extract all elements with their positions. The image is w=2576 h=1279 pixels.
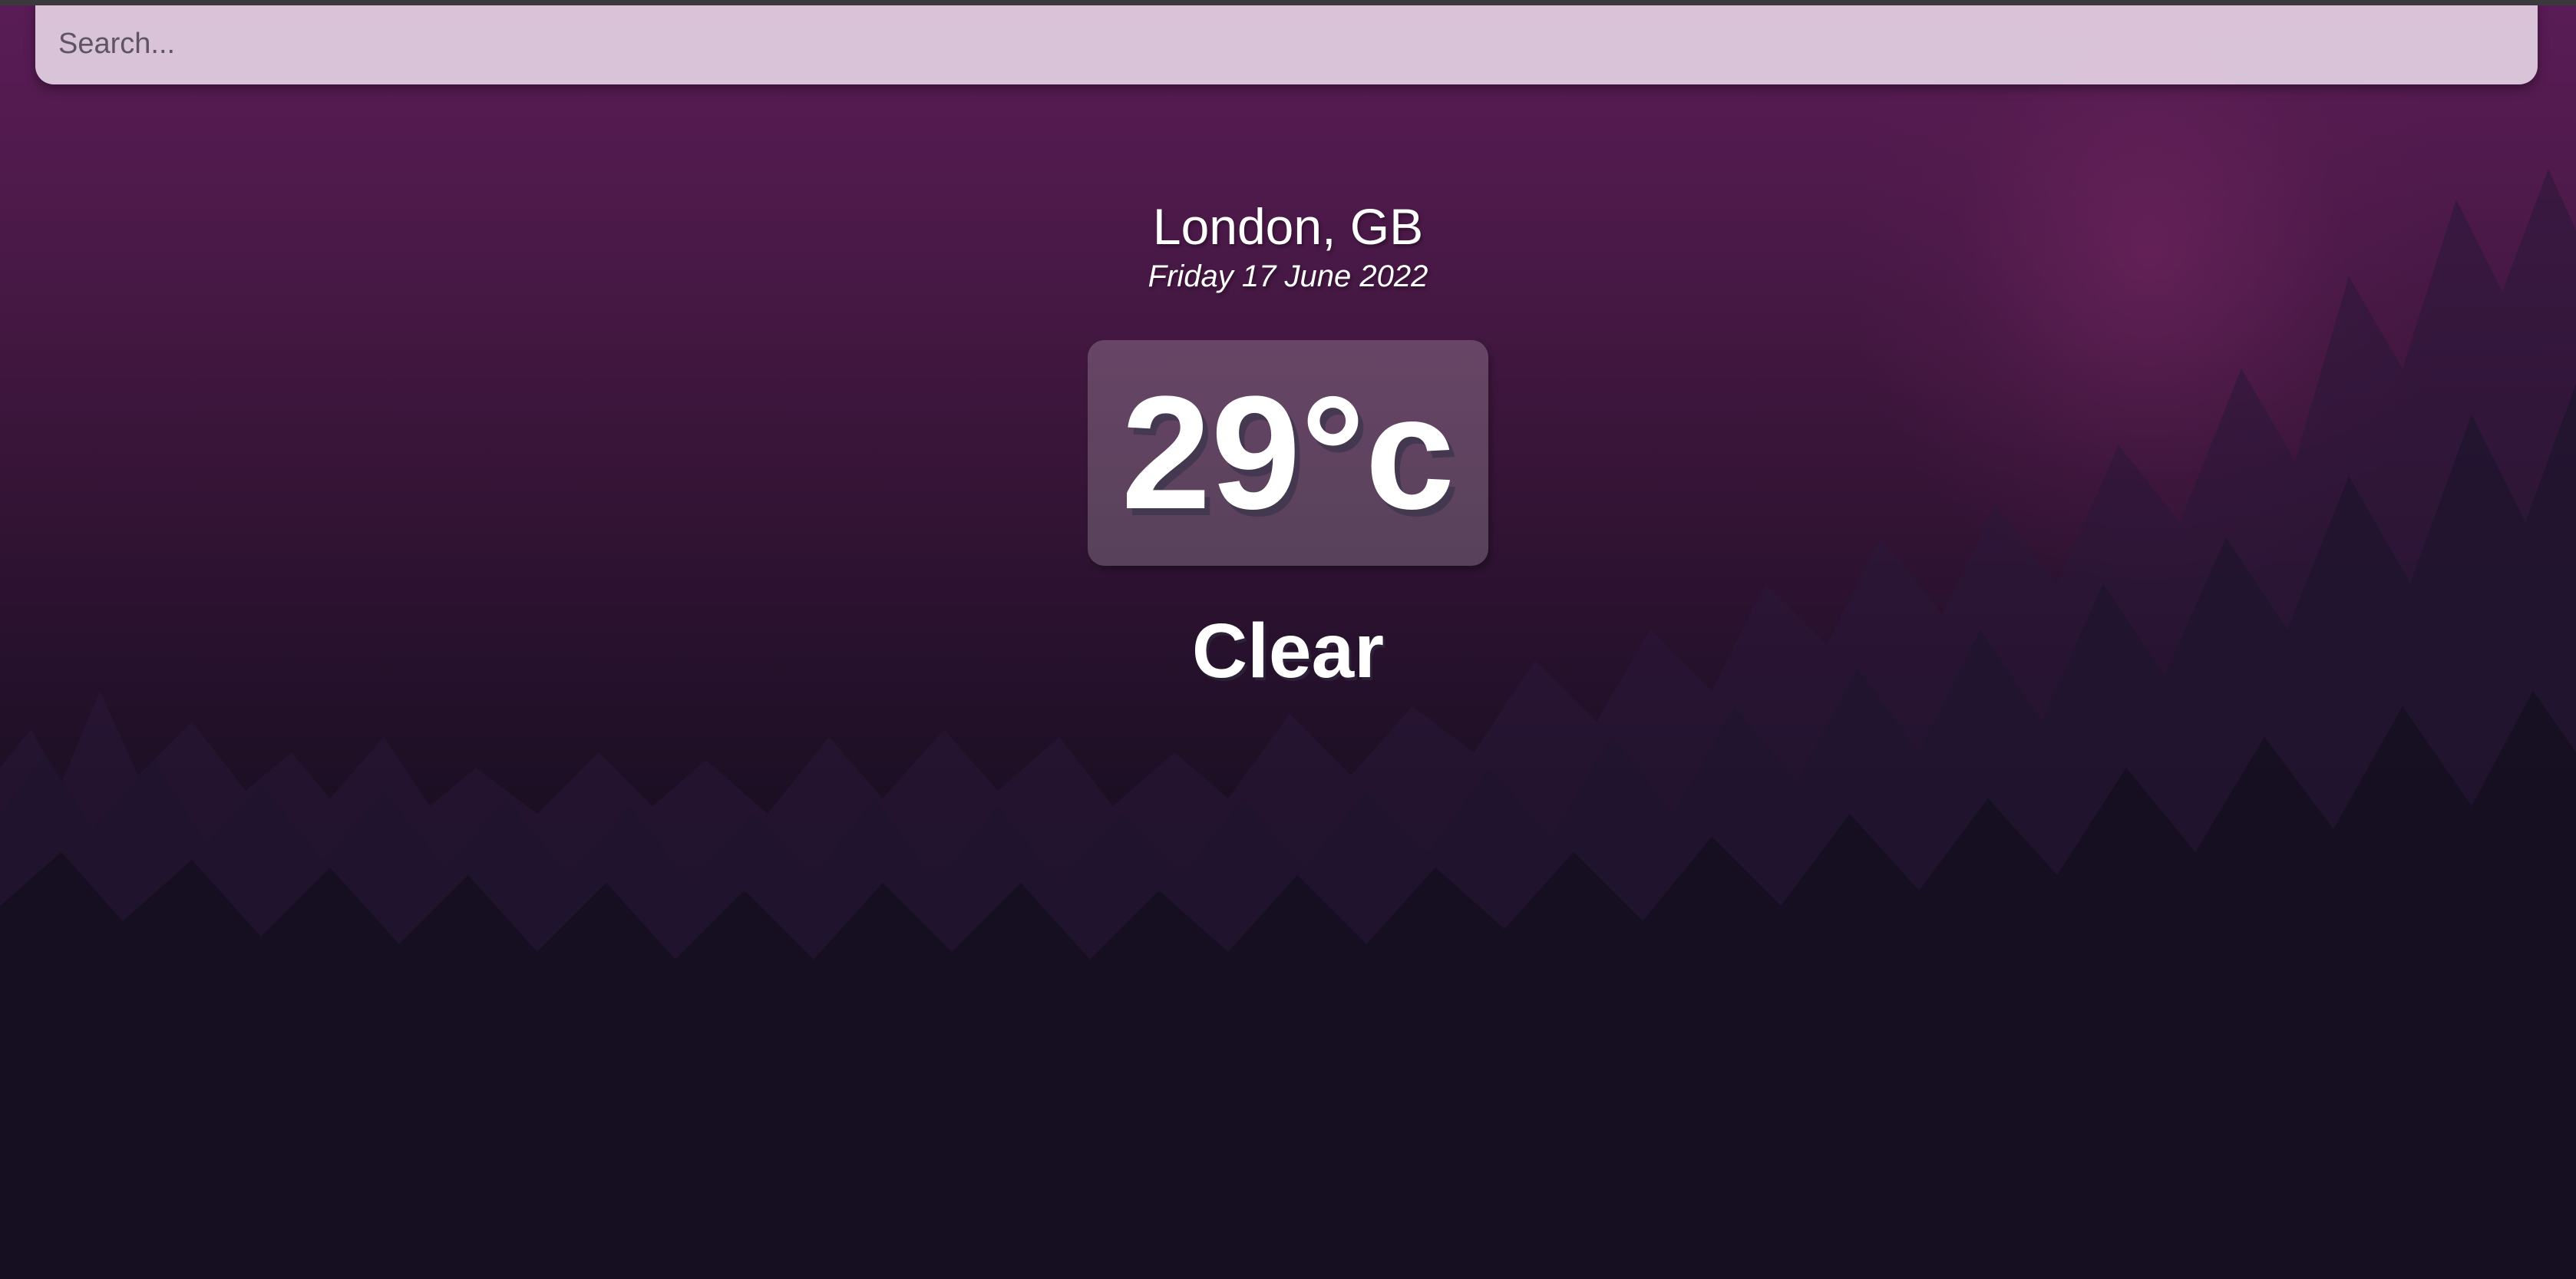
window-top-border	[0, 0, 2576, 5]
location-name: London, GB	[1152, 198, 1424, 255]
weather-app: London, GB Friday 17 June 2022 29°c Clea…	[0, 0, 2576, 1279]
location-box: London, GB Friday 17 June 2022	[0, 196, 2576, 296]
search-input[interactable]	[35, 3, 2538, 84]
current-date: Friday 17 June 2022	[1148, 259, 1428, 293]
weather-box: 29°c Clear	[0, 340, 2576, 693]
weather-condition: Clear	[1191, 608, 1385, 694]
temperature-display: 29°c	[1088, 340, 1488, 566]
